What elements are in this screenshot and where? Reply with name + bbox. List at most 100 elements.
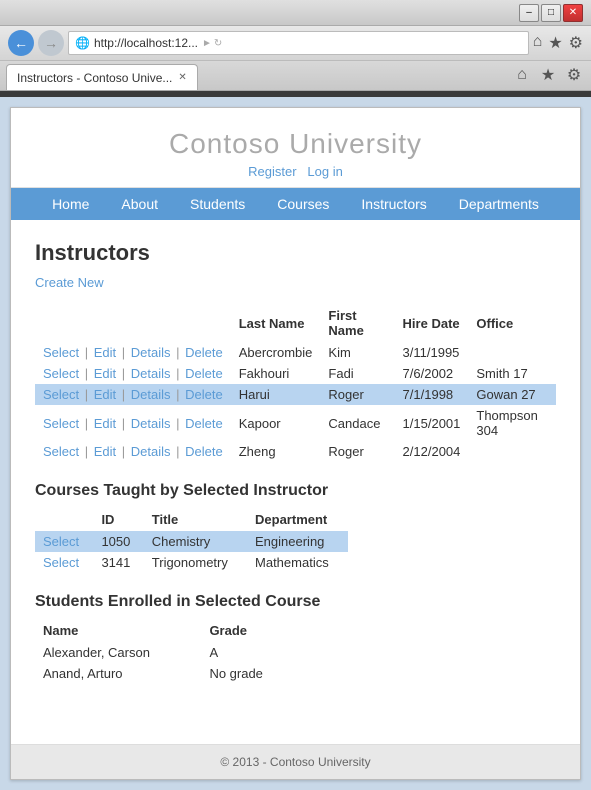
browser-tab-active[interactable]: Instructors - Contoso Unive... ✕: [6, 64, 198, 90]
instructor-last_name-3: Kapoor: [231, 405, 321, 441]
action-sep: |: [118, 387, 129, 402]
course-id-0: 1050: [93, 531, 143, 552]
new-tab-button[interactable]: ⌂: [511, 64, 533, 86]
course-row-0: Select 1050ChemistryEngineering: [35, 531, 348, 552]
instructor-select-link-3[interactable]: Select: [43, 416, 79, 431]
maximize-button[interactable]: □: [541, 4, 561, 22]
courses-section-title: Courses Taught by Selected Instructor: [35, 482, 556, 500]
address-search-icon: ►: [202, 38, 212, 49]
nav-home[interactable]: Home: [36, 188, 105, 220]
instructor-edit-link-3[interactable]: Edit: [94, 416, 116, 431]
courses-col-dept: Department: [247, 508, 348, 531]
student-name-0: Alexander, Carson: [35, 642, 201, 663]
actions-cell-0: Select | Edit | Details | Delete: [35, 342, 231, 363]
minimize-button[interactable]: –: [519, 4, 539, 22]
course-select-link-0[interactable]: Select: [43, 534, 79, 549]
instructor-last_name-2: Harui: [231, 384, 321, 405]
instructor-first_name-4: Roger: [320, 441, 394, 462]
nav-courses[interactable]: Courses: [261, 188, 345, 220]
instructor-details-link-4[interactable]: Details: [131, 444, 171, 459]
browser-tab-bar: Instructors - Contoso Unive... ✕ ⌂ ★ ⚙: [0, 61, 591, 91]
instructor-details-link-0[interactable]: Details: [131, 345, 171, 360]
address-text: http://localhost:12...: [94, 36, 198, 50]
home-icon[interactable]: ⌂: [533, 33, 543, 53]
instructor-edit-link-2[interactable]: Edit: [94, 387, 116, 402]
instructor-first_name-2: Roger: [320, 384, 394, 405]
students-table: Name Grade Alexander, CarsonAAnand, Artu…: [35, 619, 296, 684]
toolbar-gear-button[interactable]: ⚙: [563, 64, 585, 86]
settings-icon[interactable]: ⚙: [569, 33, 583, 53]
nav-departments[interactable]: Departments: [443, 188, 555, 220]
instructor-select-link-2[interactable]: Select: [43, 387, 79, 402]
course-title-0: Chemistry: [144, 531, 247, 552]
action-sep: |: [81, 444, 92, 459]
course-select-link-1[interactable]: Select: [43, 555, 79, 570]
tab-close-icon[interactable]: ✕: [178, 72, 186, 83]
students-section-title: Students Enrolled in Selected Course: [35, 593, 556, 611]
action-sep: |: [81, 416, 92, 431]
instructor-edit-link-4[interactable]: Edit: [94, 444, 116, 459]
actions-cell-3: Select | Edit | Details | Delete: [35, 405, 231, 441]
instructors-row-4: Select | Edit | Details | DeleteZhengRog…: [35, 441, 556, 462]
page-wrapper: Contoso University Register Log in Home …: [10, 107, 581, 780]
close-button[interactable]: ✕: [563, 4, 583, 22]
toolbar-star-button[interactable]: ★: [537, 64, 559, 86]
instructor-delete-link-0[interactable]: Delete: [185, 345, 223, 360]
site-header: Contoso University Register Log in: [11, 108, 580, 188]
back-button[interactable]: ←: [8, 30, 34, 56]
course-action-cell-0: Select: [35, 531, 93, 552]
course-row-1: Select3141TrigonometryMathematics: [35, 552, 348, 573]
browser-title-bar: – □ ✕: [0, 0, 591, 26]
nav-about[interactable]: About: [105, 188, 174, 220]
browser-toolbar-right: ⌂ ★ ⚙: [511, 64, 585, 90]
instructor-select-link-0[interactable]: Select: [43, 345, 79, 360]
instructor-office-3: Thompson 304: [468, 405, 556, 441]
instructor-first_name-1: Fadi: [320, 363, 394, 384]
instructor-details-link-3[interactable]: Details: [131, 416, 171, 431]
register-link[interactable]: Register: [248, 164, 296, 179]
instructor-delete-link-1[interactable]: Delete: [185, 366, 223, 381]
instructor-select-link-1[interactable]: Select: [43, 366, 79, 381]
instructor-delete-link-3[interactable]: Delete: [185, 416, 223, 431]
forward-button[interactable]: →: [38, 30, 64, 56]
course-action-cell-1: Select: [35, 552, 93, 573]
action-sep: |: [173, 416, 184, 431]
instructor-edit-link-0[interactable]: Edit: [94, 345, 116, 360]
actions-cell-2: Select | Edit | Details | Delete: [35, 384, 231, 405]
action-sep: |: [118, 416, 129, 431]
students-col-grade: Grade: [201, 619, 295, 642]
instructor-delete-link-2[interactable]: Delete: [185, 387, 223, 402]
instructor-edit-link-1[interactable]: Edit: [94, 366, 116, 381]
favorites-icon[interactable]: ★: [548, 33, 562, 53]
instructor-office-0: [468, 342, 556, 363]
instructor-hire_date-4: 2/12/2004: [395, 441, 469, 462]
window-controls: – □ ✕: [519, 4, 583, 22]
instructor-details-link-1[interactable]: Details: [131, 366, 171, 381]
nav-instructors[interactable]: Instructors: [345, 188, 442, 220]
courses-col-title: Title: [144, 508, 247, 531]
instructor-first_name-0: Kim: [320, 342, 394, 363]
address-bar[interactable]: 🌐 http://localhost:12... ► ↻: [68, 31, 529, 55]
action-sep: |: [81, 345, 92, 360]
login-link[interactable]: Log in: [307, 164, 342, 179]
instructors-col-actions: [35, 304, 231, 342]
create-new-link[interactable]: Create New: [35, 275, 104, 290]
instructor-details-link-2[interactable]: Details: [131, 387, 171, 402]
footer-text: © 2013 - Contoso University: [220, 755, 370, 769]
student-name-1: Anand, Arturo: [35, 663, 201, 684]
nav-students[interactable]: Students: [174, 188, 261, 220]
courses-col-action: [35, 508, 93, 531]
tab-label: Instructors - Contoso Unive...: [17, 71, 172, 85]
student-grade-1: No grade: [201, 663, 295, 684]
course-department-1: Mathematics: [247, 552, 348, 573]
course-department-0: Engineering: [247, 531, 348, 552]
instructors-table: Last Name First Name Hire Date Office Se…: [35, 304, 556, 462]
instructor-first_name-3: Candace: [320, 405, 394, 441]
actions-cell-1: Select | Edit | Details | Delete: [35, 363, 231, 384]
course-id-1: 3141: [93, 552, 143, 573]
instructors-col-firstname: First Name: [320, 304, 394, 342]
action-sep: |: [118, 444, 129, 459]
instructor-delete-link-4[interactable]: Delete: [185, 444, 223, 459]
instructor-select-link-4[interactable]: Select: [43, 444, 79, 459]
instructors-col-office: Office: [468, 304, 556, 342]
